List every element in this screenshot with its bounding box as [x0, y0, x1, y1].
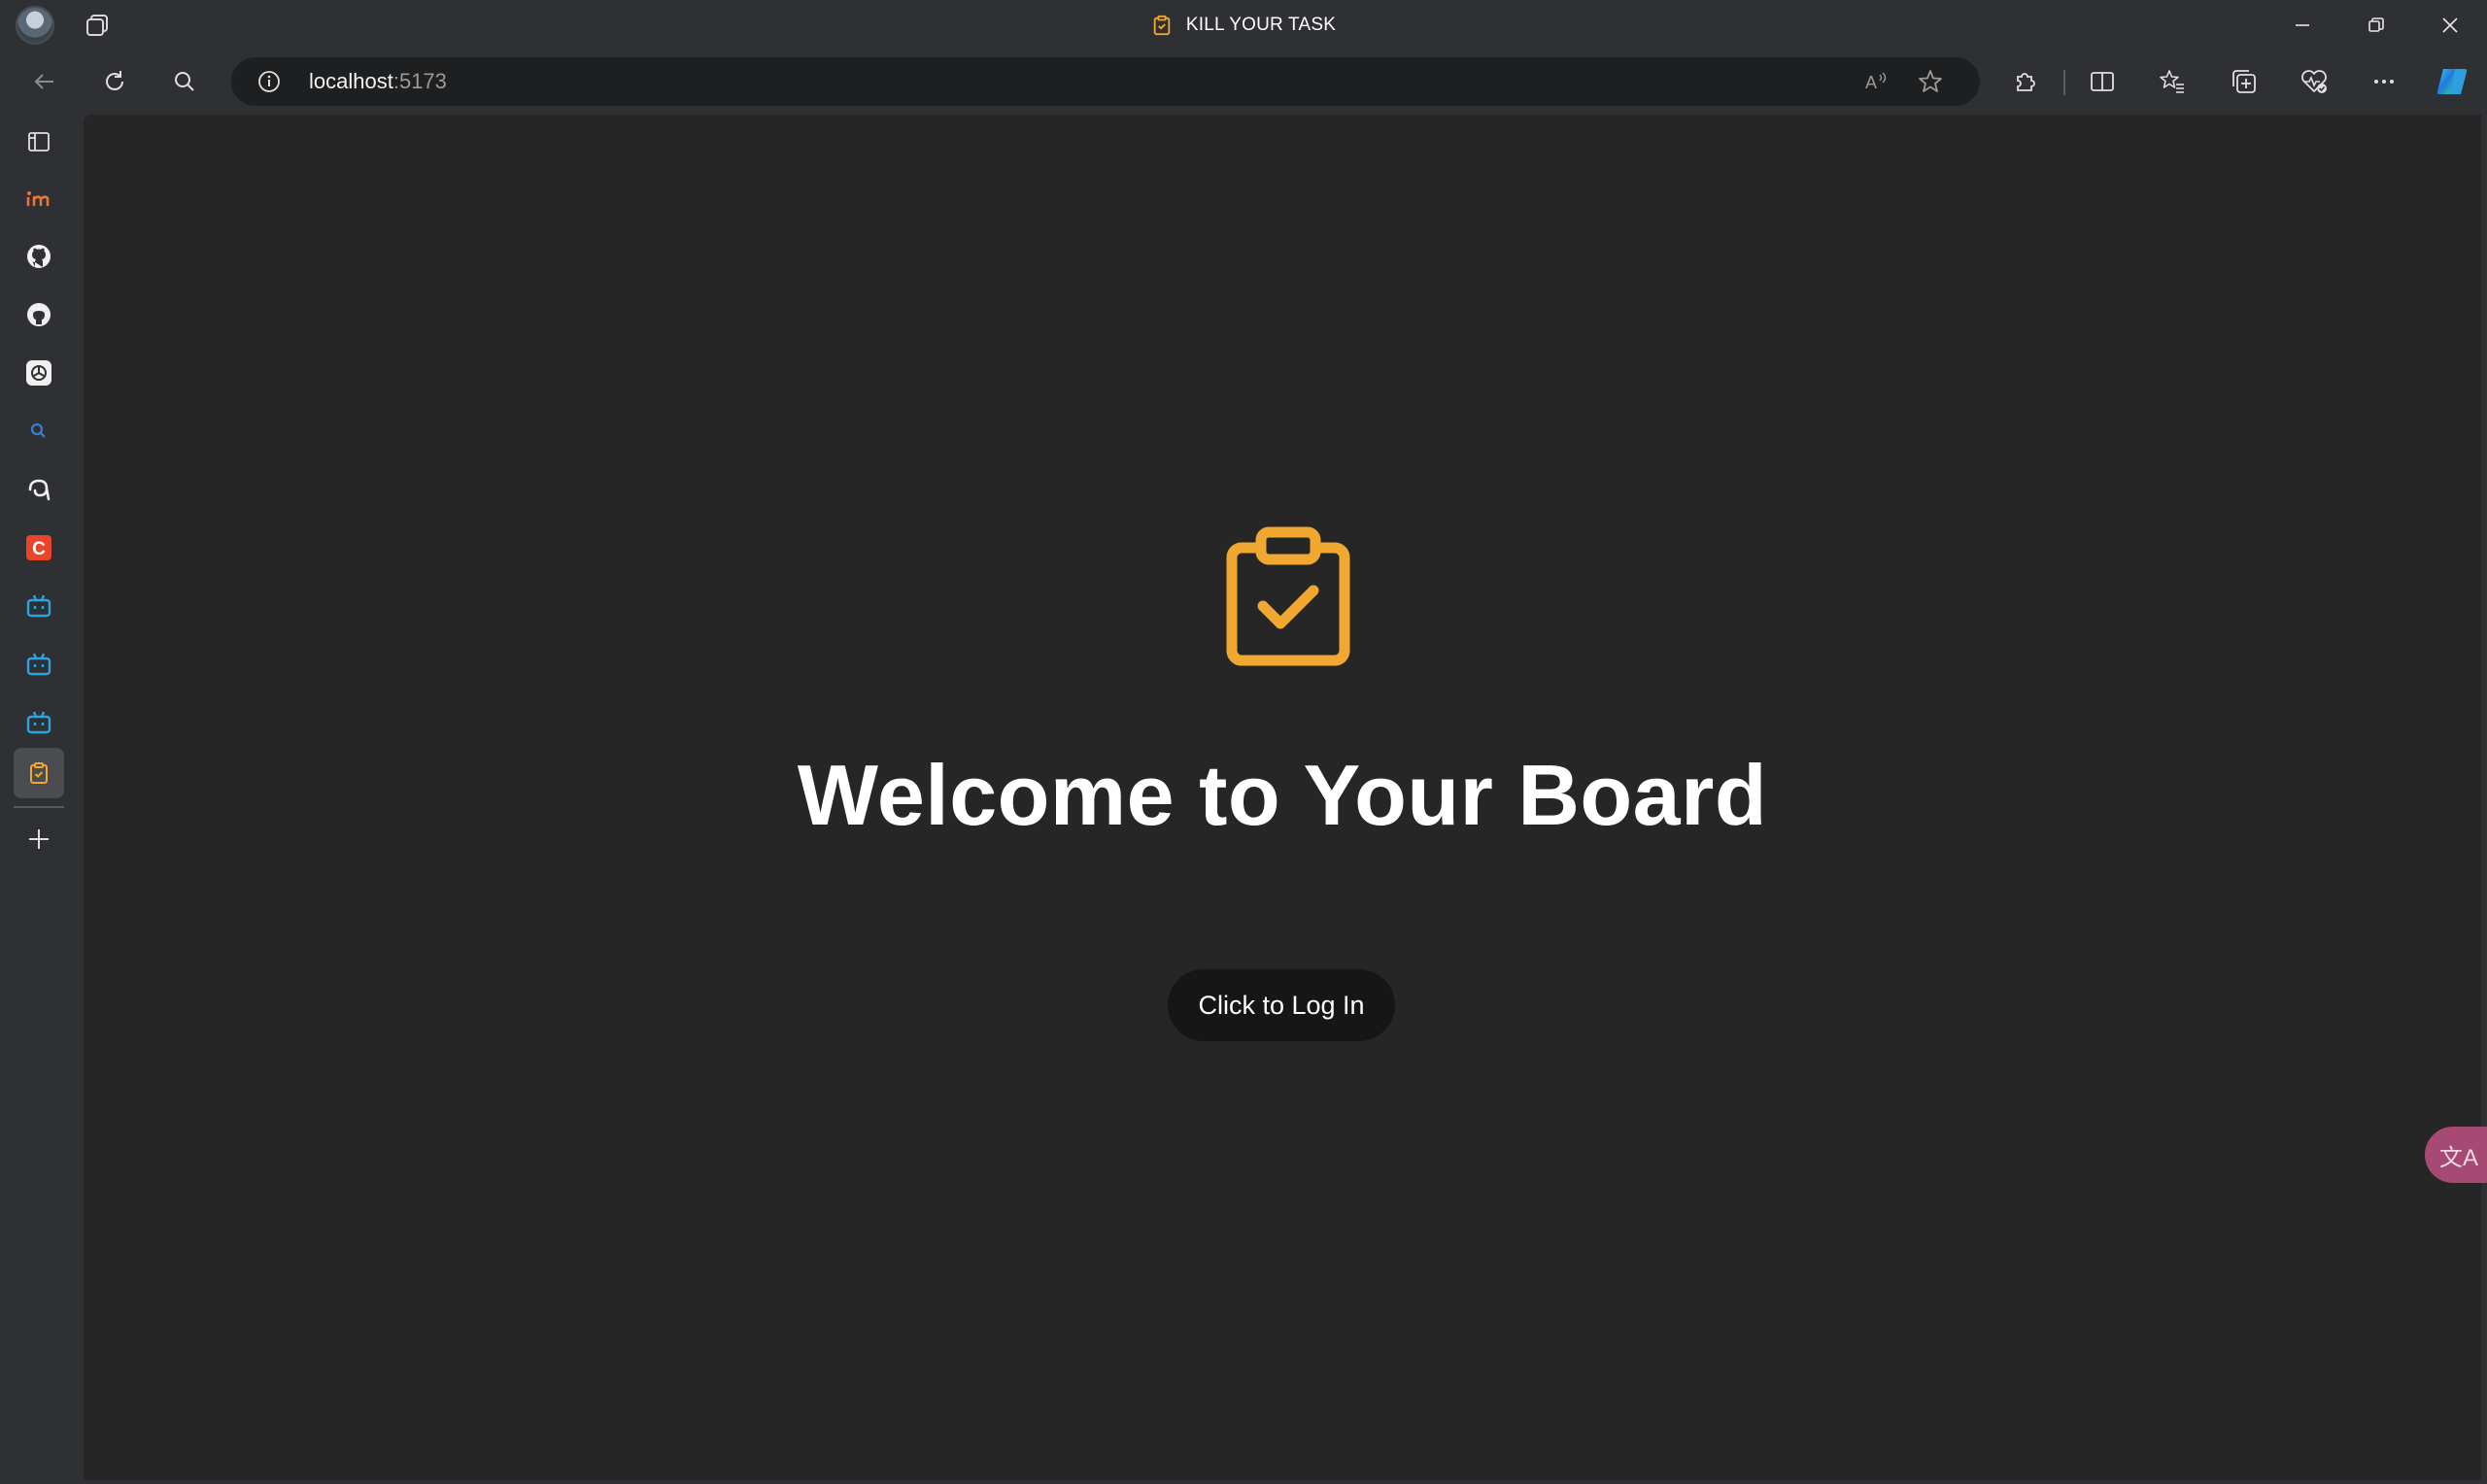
- page-title: Welcome to Your Board: [797, 747, 1768, 843]
- sidebar-item-vertical-tabs[interactable]: [14, 117, 64, 167]
- translate-icon: 文A: [2438, 1144, 2478, 1171]
- more-icon: [2374, 80, 2394, 84]
- bilibili-icon: [26, 711, 51, 734]
- github-alt-icon: [27, 303, 51, 326]
- search-button[interactable]: [165, 62, 204, 101]
- close-icon: [2442, 17, 2458, 33]
- sidebar-item-invision[interactable]: [14, 173, 64, 223]
- sidebar-divider: [14, 806, 64, 808]
- address-bar[interactable]: localhost:5173 A: [231, 57, 1980, 106]
- vertical-tabs-icon: [28, 132, 50, 152]
- sidebar-item-c-app[interactable]: C: [14, 523, 64, 573]
- site-info-icon[interactable]: [256, 69, 282, 94]
- sidebar-item-app[interactable]: [14, 464, 64, 515]
- sidebar-item-bilibili-2[interactable]: [14, 639, 64, 690]
- browser-essentials-button[interactable]: [2295, 62, 2334, 101]
- plus-icon: [29, 829, 49, 849]
- search-site-icon: [30, 422, 46, 438]
- sidebar-item-search-site[interactable]: [14, 406, 64, 456]
- sidebar-add-button[interactable]: [14, 814, 64, 864]
- close-button[interactable]: [2415, 0, 2485, 51]
- login-button[interactable]: Click to Log In: [1168, 969, 1395, 1041]
- browser-essentials-icon: [2301, 70, 2327, 93]
- copilot-button[interactable]: [2433, 62, 2471, 101]
- url-text[interactable]: localhost:5173: [309, 57, 447, 106]
- favorite-star-icon[interactable]: [1916, 67, 1945, 96]
- url-host: localhost: [309, 69, 393, 93]
- workspaces-icon[interactable]: [84, 12, 113, 41]
- openai-icon: [26, 360, 51, 386]
- search-icon: [175, 72, 194, 91]
- browser-toolbar: localhost:5173 A: [0, 51, 2487, 113]
- extensions-icon: [2017, 73, 2035, 91]
- split-screen-button[interactable]: [2083, 62, 2122, 101]
- invision-icon: [26, 191, 50, 207]
- read-aloud-icon[interactable]: A: [1861, 67, 1891, 96]
- sidebar-item-github[interactable]: [14, 231, 64, 282]
- sidebar-item-github-alt[interactable]: [14, 289, 64, 340]
- extensions-button[interactable]: [2005, 62, 2044, 101]
- sidebar-item-kill-your-task[interactable]: [14, 748, 64, 798]
- github-icon: [27, 245, 51, 268]
- toolbar-divider: [2063, 70, 2065, 95]
- minimize-button[interactable]: [2267, 0, 2337, 51]
- profile-avatar[interactable]: [16, 6, 54, 45]
- svg-text:A: A: [1865, 73, 1877, 92]
- app-icon: [28, 479, 51, 501]
- favorites-icon: [2160, 70, 2184, 93]
- sidebar: C: [0, 113, 82, 1484]
- window-title: KILL YOUR TASK: [0, 0, 2487, 51]
- bilibili-icon: [26, 653, 51, 676]
- collections-icon: [2232, 70, 2256, 93]
- window-title-text: KILL YOUR TASK: [1185, 15, 1337, 35]
- sidebar-item-bilibili-1[interactable]: [14, 581, 64, 631]
- clipboard-check-icon: [1226, 526, 1350, 666]
- clipboard-check-icon: [30, 762, 48, 784]
- restore-button[interactable]: [2341, 0, 2411, 51]
- more-button[interactable]: [2365, 62, 2403, 101]
- url-port: :5173: [392, 69, 447, 93]
- svg-text:C: C: [32, 539, 46, 559]
- refresh-button[interactable]: [95, 62, 134, 101]
- bilibili-icon: [26, 594, 51, 618]
- back-button[interactable]: [25, 62, 64, 101]
- copilot-icon: [2436, 69, 2468, 94]
- back-icon: [34, 74, 53, 89]
- c-app-icon: C: [26, 535, 51, 560]
- refresh-icon: [106, 71, 123, 90]
- restore-icon: [2368, 17, 2384, 32]
- sidebar-item-openai[interactable]: [14, 348, 64, 398]
- title-bar: KILL YOUR TASK: [0, 0, 2487, 51]
- split-screen-icon: [2091, 72, 2114, 91]
- collections-button[interactable]: [2225, 62, 2264, 101]
- clipboard-check-icon: [1153, 15, 1171, 36]
- translate-button[interactable]: 文A: [2425, 1127, 2487, 1183]
- page-content: Welcome to Your Board Click to Log In: [84, 115, 2481, 1480]
- minimize-icon: [2296, 24, 2309, 26]
- favorites-button[interactable]: [2153, 62, 2192, 101]
- sidebar-item-bilibili-3[interactable]: [14, 697, 64, 748]
